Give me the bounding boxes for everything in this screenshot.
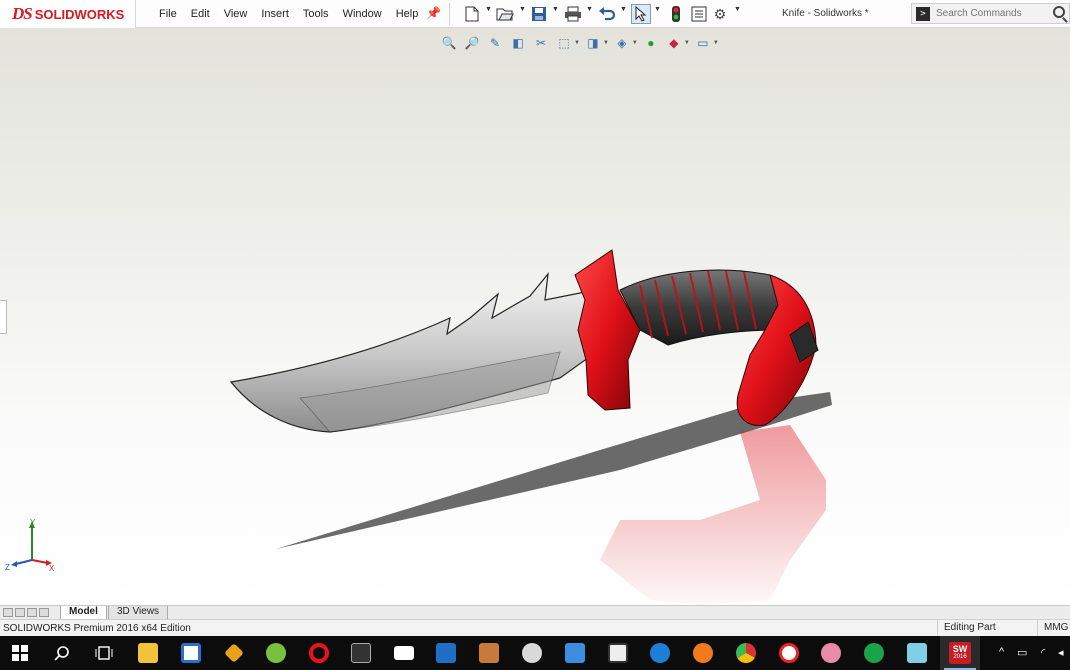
triad-x-label: X (49, 564, 55, 572)
paint-icon[interactable] (512, 636, 552, 670)
triad-y-label: Y (30, 518, 36, 527)
network-icon[interactable]: ▭ (1017, 646, 1027, 659)
open-dropdown-icon[interactable]: ▼ (519, 6, 526, 13)
status-bar: SOLIDWORKS Premium 2016 x64 Edition Edit… (0, 619, 1070, 636)
solidworks-wordmark: SOLIDWORKS (34, 6, 125, 22)
undo-icon[interactable] (597, 4, 617, 24)
tab-next-button[interactable] (27, 608, 37, 617)
select-dropdown-icon[interactable]: ▼ (654, 6, 661, 13)
knife-model[interactable] (0, 28, 1070, 605)
menu-view[interactable]: View (224, 8, 248, 20)
pin-menu-icon[interactable]: 📌 (426, 6, 441, 20)
search-commands-box[interactable]: > (911, 3, 1070, 24)
edition-label: SOLIDWORKS Premium 2016 x64 Edition (3, 623, 191, 634)
windows-taskbar: SW 2016 ^ ▭ ◜ ◂ (0, 636, 1070, 670)
solidworks-logo[interactable]: DS SOLIDWORKS (0, 0, 136, 28)
editing-mode: Editing Part (937, 620, 1015, 636)
task-view-icon[interactable] (84, 636, 124, 670)
command-prompt-icon: > (916, 6, 930, 21)
triad-z-label: Z (5, 563, 10, 572)
title-bar: DS SOLIDWORKS File Edit View Insert Tool… (0, 0, 1070, 28)
menu-bar: File Edit View Insert Tools Window Help (152, 0, 425, 28)
search-icon[interactable] (42, 636, 82, 670)
opera-icon[interactable] (299, 636, 339, 670)
knife-guard (574, 249, 641, 411)
menu-file[interactable]: File (159, 8, 177, 20)
file-properties-icon[interactable] (689, 4, 709, 24)
select-icon[interactable] (631, 4, 651, 24)
new-document-icon[interactable] (462, 4, 482, 24)
chrome-icon[interactable] (726, 636, 766, 670)
photo-app-icon[interactable] (469, 636, 509, 670)
menu-insert[interactable]: Insert (261, 8, 289, 20)
menu-window[interactable]: Window (343, 8, 382, 20)
options-gear-icon[interactable]: ⚙ (710, 4, 730, 24)
traffic-light-icon[interactable] (666, 4, 686, 24)
tab-first-button[interactable] (3, 608, 13, 617)
outlook-icon[interactable] (426, 636, 466, 670)
sketch-app-icon[interactable] (214, 636, 254, 670)
toolbar-separator (449, 3, 450, 25)
unit-system[interactable]: MMG (1037, 620, 1070, 636)
paint-3d-icon[interactable] (811, 636, 851, 670)
save-dropdown-icon[interactable]: ▼ (552, 6, 559, 13)
tab-prev-button[interactable] (15, 608, 25, 617)
show-hidden-icons-icon[interactable]: ^ (999, 646, 1004, 658)
orientation-triad: Y X Z (5, 518, 55, 572)
save-icon[interactable] (529, 4, 549, 24)
calculator-icon[interactable] (341, 636, 381, 670)
video-editor-icon[interactable] (598, 636, 638, 670)
windows-start-icon[interactable] (0, 636, 40, 670)
ds-logo-mark: DS (12, 4, 33, 23)
volume-icon[interactable]: ◂ (1058, 646, 1064, 659)
media-player-icon[interactable] (854, 636, 894, 670)
yandex-icon[interactable] (769, 636, 809, 670)
new-dropdown-icon[interactable]: ▼ (485, 6, 492, 13)
wifi-icon[interactable]: ◜ (1041, 646, 1045, 659)
print-dropdown-icon[interactable]: ▼ (586, 6, 593, 13)
solidworks-taskbar-label: SW (952, 644, 968, 654)
tab-3d-views[interactable]: 3D Views (108, 606, 169, 620)
menu-tools[interactable]: Tools (303, 8, 329, 20)
file-explorer-icon[interactable] (128, 636, 168, 670)
edge-icon[interactable] (640, 636, 680, 670)
model-tabs-bar: Model 3D Views (0, 605, 1070, 620)
utorrent-icon[interactable] (256, 636, 296, 670)
search-icon[interactable] (1053, 6, 1065, 18)
firefox-icon[interactable] (683, 636, 723, 670)
mail-icon[interactable] (384, 636, 424, 670)
graphics-area[interactable]: 🔍 🔎 ✎ ◧ ✂ ⬚ ▼ ◨ ▼ ◈ ▼ ● ◆ ▼ ▭ ▼ Y X Z (0, 28, 1070, 605)
store-icon[interactable] (171, 636, 211, 670)
tab-last-button[interactable] (39, 608, 49, 617)
solidworks-taskbar-version: 2016 (953, 654, 967, 660)
print-icon[interactable] (563, 4, 583, 24)
menu-edit[interactable]: Edit (191, 8, 210, 20)
remote-desktop-icon[interactable] (555, 636, 595, 670)
tab-model[interactable]: Model (60, 606, 107, 620)
document-title: Knife - Solidworks * (782, 8, 869, 19)
undo-dropdown-icon[interactable]: ▼ (620, 6, 627, 13)
options-dropdown-icon[interactable]: ▼ (734, 6, 741, 13)
solidworks-2016-icon[interactable]: SW 2016 (940, 636, 980, 670)
search-commands-input[interactable] (936, 8, 1054, 19)
open-icon[interactable] (495, 4, 515, 24)
menu-help[interactable]: Help (396, 8, 419, 20)
cube-app-icon[interactable] (897, 636, 937, 670)
